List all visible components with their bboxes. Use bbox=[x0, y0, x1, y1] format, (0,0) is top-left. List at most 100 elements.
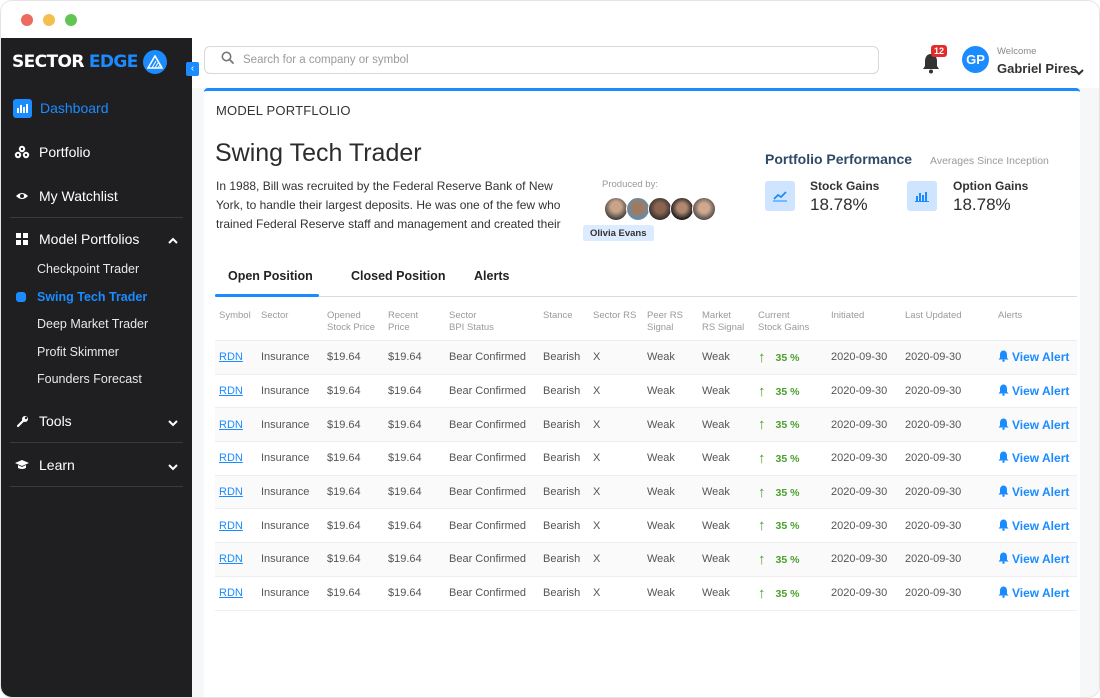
peer-rs-cell: Weak bbox=[643, 508, 698, 544]
view-alert-link[interactable]: View Alert bbox=[998, 418, 1069, 432]
bell-icon bbox=[998, 350, 1009, 363]
logo-mountain-icon bbox=[142, 50, 167, 74]
portfolio-description: In 1988, Bill was recruited by the Feder… bbox=[216, 179, 561, 231]
symbol-cell: RDN bbox=[215, 407, 257, 443]
sidebar-subitem-profit-skimmer[interactable]: Profit Skimmer bbox=[37, 342, 119, 362]
symbol-link[interactable]: RDN bbox=[219, 351, 243, 363]
producer-avatar[interactable] bbox=[626, 197, 650, 221]
user-name[interactable]: Gabriel Pires bbox=[997, 61, 1077, 76]
symbol-link[interactable]: RDN bbox=[219, 520, 243, 532]
stance-cell: Bearish bbox=[539, 576, 589, 611]
chevron-down-icon[interactable] bbox=[1074, 63, 1084, 81]
maximize-window-button[interactable] bbox=[65, 14, 77, 26]
divider bbox=[10, 442, 183, 443]
option-gains-value: 18.78% bbox=[953, 195, 1011, 214]
sidebar-item-model-portfolios[interactable]: Model Portfolios bbox=[1, 219, 192, 259]
recent-price-cell: $19.64 bbox=[384, 475, 445, 510]
performance-title: Portfolio Performance bbox=[765, 151, 913, 167]
tab-open-position[interactable]: Open Position bbox=[228, 269, 313, 283]
symbol-link[interactable]: RDN bbox=[219, 452, 243, 464]
sidebar-item-tools[interactable]: Tools bbox=[1, 401, 192, 441]
view-alert-link[interactable]: View Alert bbox=[998, 451, 1069, 465]
table-row: RDN Insurance $19.64 $19.64 Bear Confirmed Be… bbox=[215, 508, 1077, 544]
collapse-sidebar-button[interactable]: ‹ bbox=[186, 62, 199, 76]
sidebar-subitem-swing-tech-trader[interactable]: Swing Tech Trader bbox=[37, 287, 147, 307]
tab-closed-position[interactable]: Closed Position bbox=[351, 269, 445, 283]
bar-chart-icon bbox=[907, 181, 937, 211]
symbol-link[interactable]: RDN bbox=[219, 553, 243, 565]
column-header: Market RS Signal bbox=[698, 306, 754, 341]
logo[interactable]: SECTOR EDGE bbox=[12, 48, 167, 76]
view-alert-link[interactable]: View Alert bbox=[998, 485, 1069, 499]
chevron-down-icon[interactable] bbox=[168, 458, 178, 474]
bell-icon bbox=[998, 552, 1009, 565]
market-rs-cell: Weak bbox=[698, 542, 754, 577]
producer-avatar[interactable] bbox=[604, 197, 628, 221]
producer-avatar[interactable] bbox=[692, 197, 716, 221]
view-alert-link[interactable]: View Alert bbox=[998, 384, 1069, 398]
symbol-link[interactable]: RDN bbox=[219, 385, 243, 397]
sidebar-item-portfolio[interactable]: Portfolio bbox=[1, 132, 192, 172]
sector-cell: Insurance bbox=[257, 542, 323, 577]
gain-value: 35 % bbox=[775, 419, 800, 432]
column-header: Sector RS bbox=[589, 306, 643, 341]
initiated-cell: 2020-09-30 bbox=[827, 576, 901, 611]
chevron-up-icon[interactable] bbox=[168, 232, 178, 248]
tab-alerts[interactable]: Alerts bbox=[474, 269, 509, 283]
sidebar-subitem-founders-forecast[interactable]: Founders Forecast bbox=[37, 369, 142, 389]
opened-price-cell: $19.64 bbox=[323, 374, 384, 409]
bpi-status-cell: Bear Confirmed bbox=[445, 542, 539, 577]
sidebar-item-label: Tools bbox=[39, 413, 72, 429]
producer-avatar[interactable] bbox=[648, 197, 672, 221]
view-alert-link[interactable]: View Alert bbox=[998, 350, 1069, 364]
positions-table: Symbol Sector Opened Stock Price Recent Pri… bbox=[215, 306, 1077, 611]
view-alert-label: View Alert bbox=[1012, 485, 1070, 500]
bell-icon bbox=[998, 586, 1009, 599]
top-bar: 12 GP Welcome Gabriel Pires bbox=[192, 38, 1099, 88]
initiated-cell: 2020-09-30 bbox=[827, 374, 901, 409]
symbol-link[interactable]: RDN bbox=[219, 419, 243, 431]
sector-cell: Insurance bbox=[257, 441, 323, 476]
column-header: Symbol bbox=[215, 306, 257, 341]
sidebar-subitem-deep-market-trader[interactable]: Deep Market Trader bbox=[37, 314, 148, 334]
bell-icon bbox=[998, 451, 1009, 464]
view-alert-label: View Alert bbox=[1012, 451, 1070, 466]
view-alert-link[interactable]: View Alert bbox=[998, 586, 1069, 600]
user-avatar[interactable]: GP bbox=[962, 46, 989, 73]
search-input[interactable] bbox=[243, 54, 843, 66]
gain-value: 35 % bbox=[775, 520, 800, 533]
view-alert-label: View Alert bbox=[1012, 350, 1070, 365]
opened-price-cell: $19.64 bbox=[323, 508, 384, 544]
peer-rs-cell: Weak bbox=[643, 475, 698, 510]
close-window-button[interactable] bbox=[21, 14, 33, 26]
minimize-window-button[interactable] bbox=[43, 14, 55, 26]
column-header: Recent Price bbox=[384, 306, 445, 341]
updated-cell: 2020-09-30 bbox=[901, 542, 994, 577]
graduation-cap-icon bbox=[13, 456, 31, 474]
symbol-link[interactable]: RDN bbox=[219, 486, 243, 498]
search-bar[interactable] bbox=[204, 46, 879, 74]
stock-gains-label: Stock Gains bbox=[810, 179, 880, 193]
producer-avatars bbox=[604, 197, 716, 221]
sidebar-subitem-checkpoint-trader[interactable]: Checkpoint Trader bbox=[37, 259, 139, 279]
bpi-status-cell: Bear Confirmed bbox=[445, 441, 539, 476]
arrow-up-icon: ↑ bbox=[758, 416, 766, 434]
column-header: Last Updated bbox=[901, 306, 994, 341]
stance-cell: Bearish bbox=[539, 441, 589, 476]
opened-price-cell: $19.64 bbox=[323, 542, 384, 577]
market-rs-cell: Weak bbox=[698, 576, 754, 611]
alert-cell: View Alert bbox=[994, 576, 1077, 611]
column-header: Current Stock Gains bbox=[754, 306, 827, 341]
symbol-link[interactable]: RDN bbox=[219, 587, 243, 599]
sidebar-item-watchlist[interactable]: My Watchlist bbox=[1, 176, 192, 216]
view-alert-link[interactable]: View Alert bbox=[998, 519, 1069, 533]
producer-avatar[interactable] bbox=[670, 197, 694, 221]
chevron-down-icon[interactable] bbox=[168, 414, 178, 430]
sidebar-item-dashboard[interactable]: Dashboard bbox=[1, 88, 192, 128]
alert-cell: View Alert bbox=[994, 407, 1077, 443]
peer-rs-cell: Weak bbox=[643, 542, 698, 577]
sidebar-item-learn[interactable]: Learn bbox=[1, 445, 192, 485]
view-alert-link[interactable]: View Alert bbox=[998, 552, 1069, 566]
arrow-up-icon: ↑ bbox=[758, 382, 766, 400]
market-rs-cell: Weak bbox=[698, 475, 754, 510]
